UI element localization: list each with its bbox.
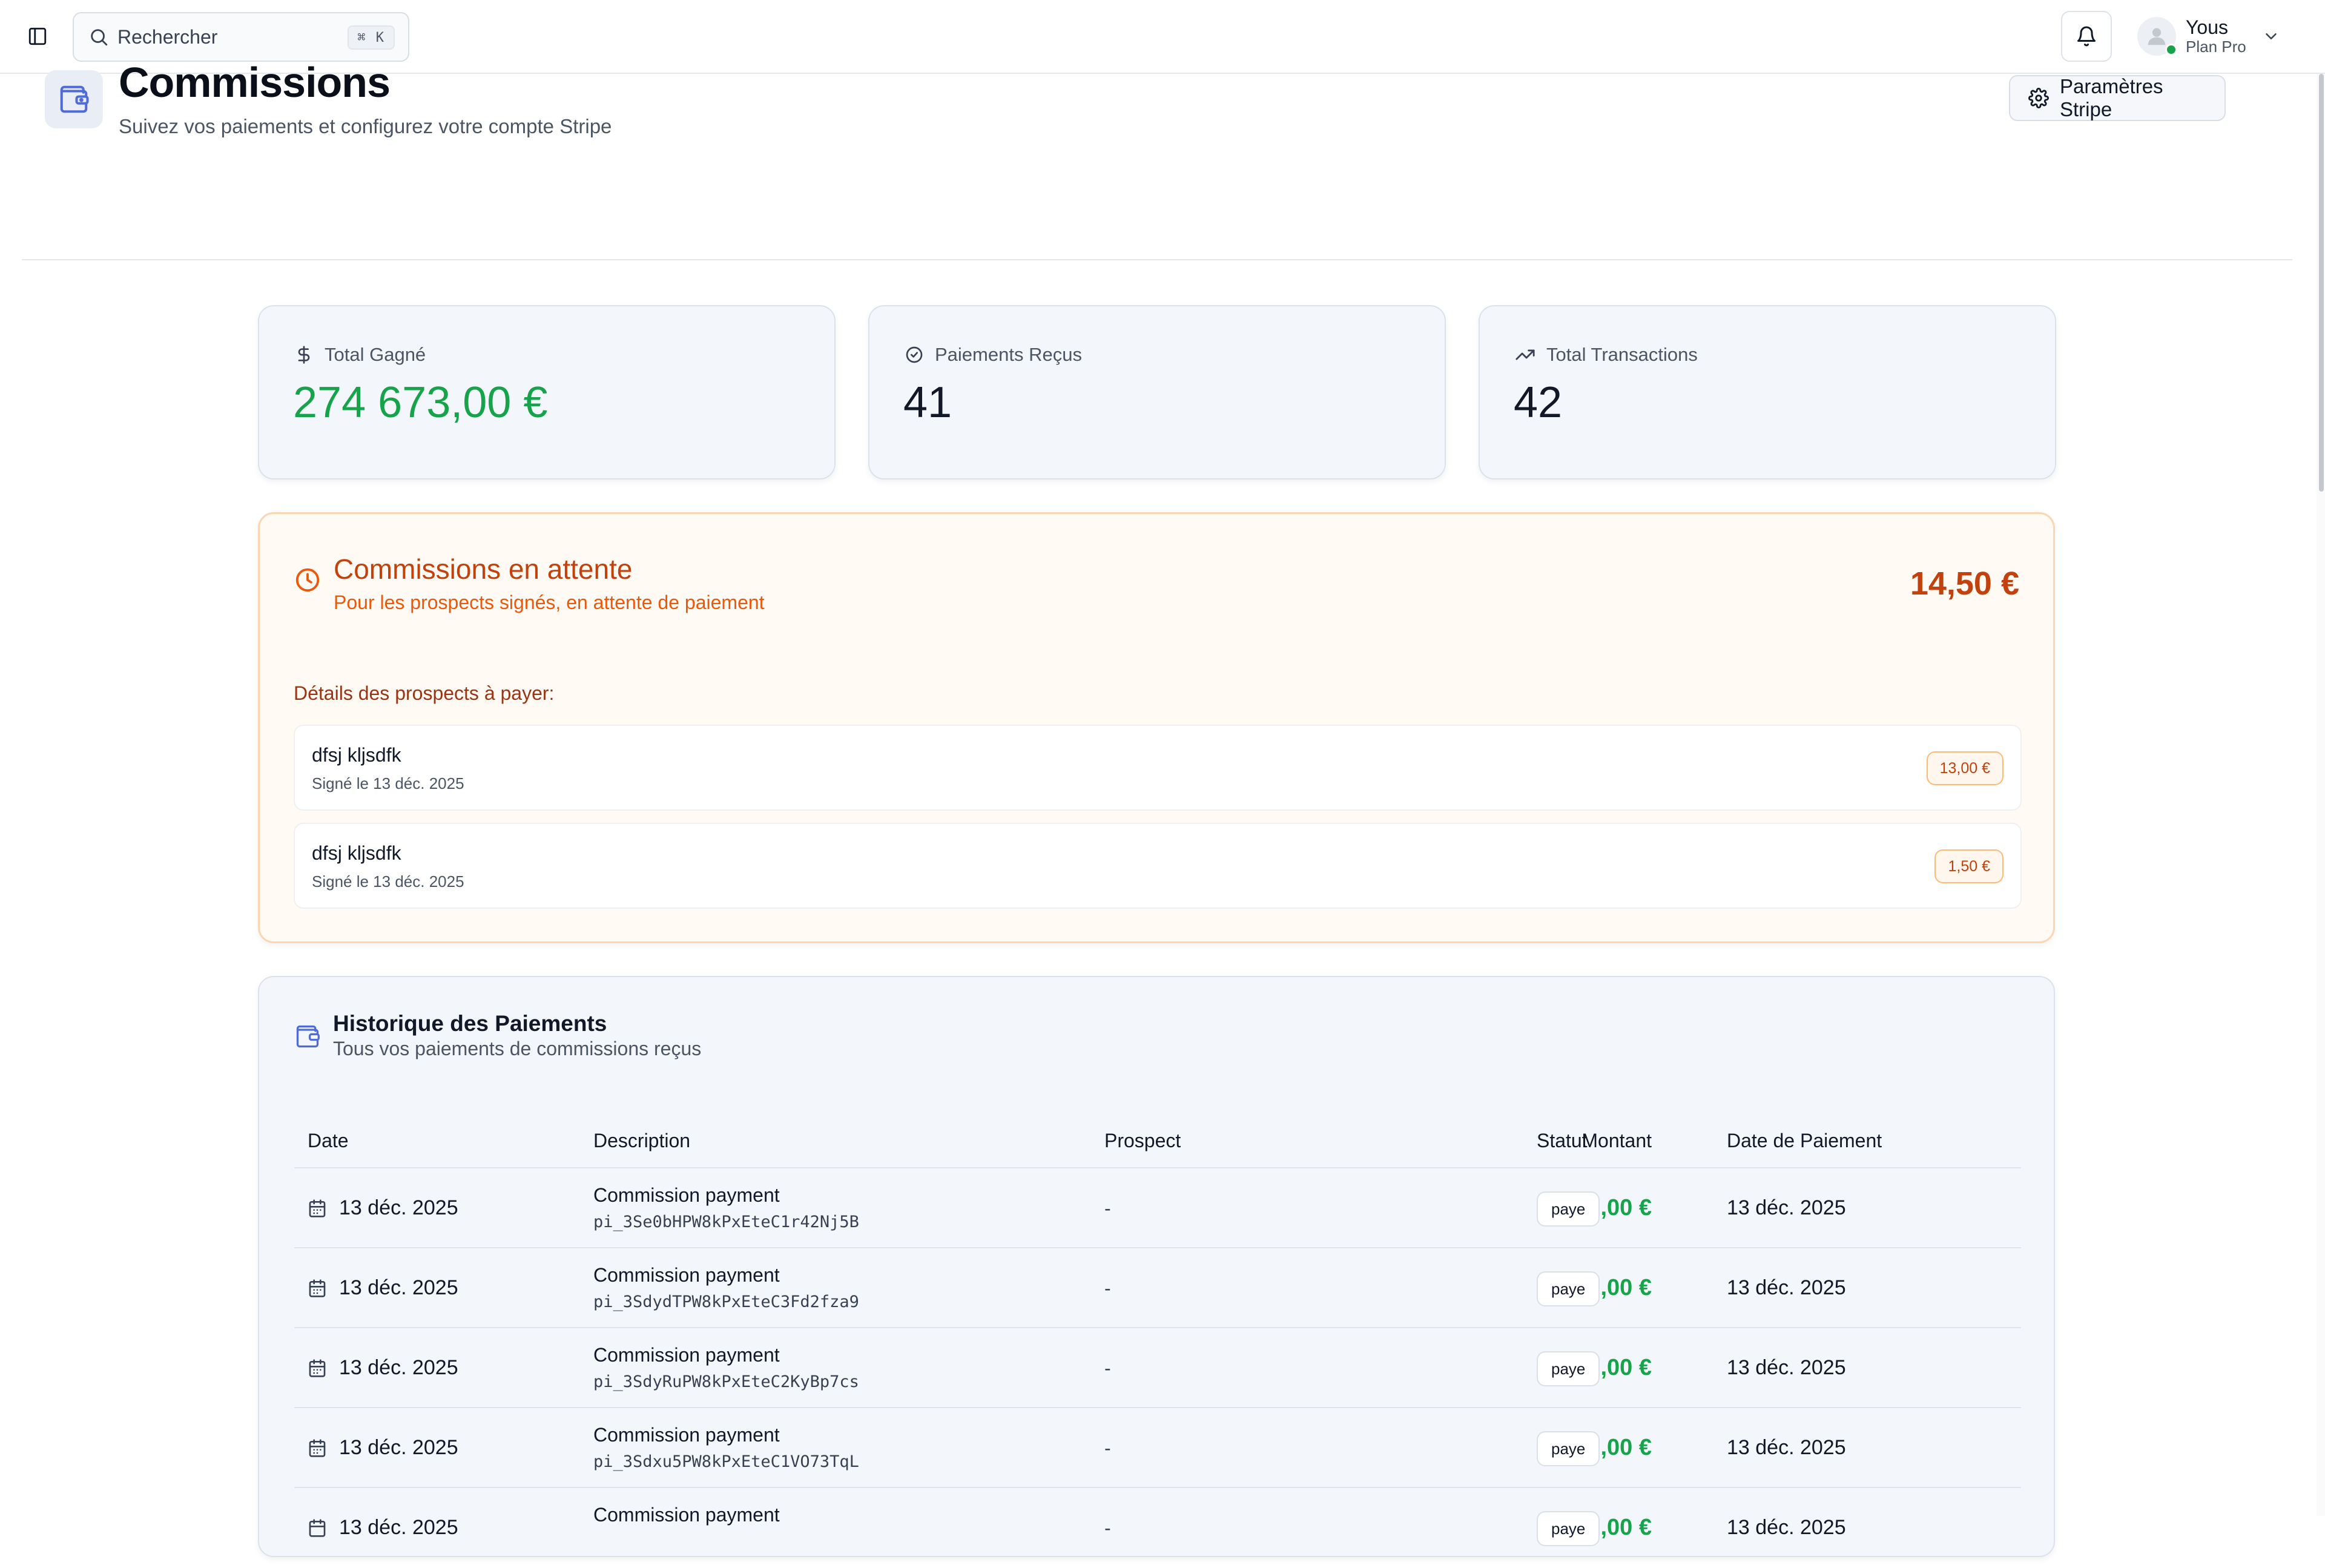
pending-commissions-card: Commissions en attente Pour les prospect…: [258, 512, 2055, 943]
row-payment-id: pi_3SdydTPW8kPxEteC3Fd2fza9: [593, 1293, 859, 1311]
status-badge: paye: [1537, 1191, 1600, 1227]
calendar-icon: [308, 1279, 327, 1298]
user-silhouette-icon: [2145, 25, 2168, 48]
column-header-payment-date[interactable]: Date de Paiement: [1727, 1130, 1882, 1152]
row-prospect: -: [1104, 1277, 1111, 1299]
row-description: Commission payment: [593, 1264, 780, 1286]
wallet-icon: [294, 1023, 321, 1050]
column-header-status[interactable]: Statut: [1537, 1130, 1588, 1152]
prospect-amount-badge: 1,50 €: [1934, 849, 2003, 883]
table-row[interactable]: 13 déc. 2025 Commission payment pi_3SdyRu…: [294, 1328, 2021, 1408]
chevron-down-icon: [2262, 27, 2280, 45]
stat-value: 274 673,00 €: [293, 378, 548, 427]
calendar-icon: [308, 1438, 327, 1458]
column-header-description[interactable]: Description: [593, 1130, 690, 1152]
stat-label: Paiements Reçus: [935, 344, 1082, 365]
search-icon: [88, 27, 109, 47]
row-payment-id: pi_3Se0bHPW8kPxEteC1r42Nj5B: [593, 1213, 859, 1231]
status-badge: paye: [1537, 1271, 1600, 1306]
stat-card-total-transactions: Total Transactions 42: [1479, 305, 2056, 479]
search-shortcut-badge: ⌘ K: [348, 25, 395, 50]
user-menu[interactable]: Yous Plan Pro: [2137, 12, 2280, 61]
avatar: [2137, 17, 2177, 56]
row-date: 13 déc. 2025: [339, 1516, 458, 1539]
online-status-dot: [2165, 44, 2177, 56]
pending-prospect-item: dfsj kljsdfk Signé le 13 déc. 2025 1,50 …: [294, 823, 2022, 909]
pending-details-label: Détails des prospects à payer:: [294, 682, 555, 704]
bell-icon: [2076, 25, 2097, 47]
row-prospect: -: [1104, 1437, 1111, 1459]
row-date: 13 déc. 2025: [339, 1196, 458, 1219]
stat-card-total-earned: Total Gagné 274 673,00 €: [258, 305, 836, 479]
history-subtitle: Tous vos paiements de commissions reçus: [333, 1038, 702, 1059]
stat-value: 41: [903, 378, 952, 427]
trending-up-icon: [1515, 344, 1535, 365]
notifications-button[interactable]: [2061, 11, 2112, 62]
calendar-icon: [308, 1199, 327, 1218]
row-description: Commission payment: [593, 1424, 780, 1446]
row-prospect: -: [1104, 1357, 1111, 1379]
row-date: 13 déc. 2025: [339, 1276, 458, 1299]
status-badge: paye: [1537, 1431, 1600, 1466]
prospect-name: dfsj kljsdfk: [312, 842, 401, 864]
sidebar-toggle-button[interactable]: [24, 23, 51, 50]
page-title: Commissions: [119, 59, 391, 106]
table-row[interactable]: 13 déc. 2025 Commission payment pi_3Se0bH…: [294, 1168, 2021, 1248]
calendar-icon: [308, 1359, 327, 1378]
pending-title: Commissions en attente: [334, 553, 633, 585]
search-input[interactable]: Rechercher ⌘ K: [73, 12, 409, 62]
column-header-date[interactable]: Date: [308, 1130, 349, 1152]
page-subtitle: Suivez vos paiements et configurez votre…: [119, 115, 612, 137]
row-payment-id: pi_3SdyRuPW8kPxEteC2KyBp7cs: [593, 1372, 859, 1391]
row-prospect: -: [1104, 1197, 1111, 1219]
search-placeholder: Rechercher: [117, 25, 218, 48]
row-date: 13 déc. 2025: [339, 1356, 458, 1379]
table-header: Date Description Prospect Montant Statut…: [294, 1114, 2021, 1168]
row-payment-date: 13 déc. 2025: [1727, 1516, 1846, 1539]
row-payment-date: 13 déc. 2025: [1727, 1356, 1846, 1379]
table-row[interactable]: 13 déc. 2025 Commission payment pi_3Sdxu5…: [294, 1408, 2021, 1488]
row-payment-date: 13 déc. 2025: [1727, 1436, 1846, 1459]
stat-card-payments-received: Paiements Reçus 41: [868, 305, 1446, 479]
stat-label: Total Gagné: [325, 344, 426, 365]
dollar-icon: [294, 345, 314, 364]
row-payment-date: 13 déc. 2025: [1727, 1196, 1846, 1219]
prospect-amount-badge: 13,00 €: [1926, 751, 2003, 785]
row-prospect: -: [1104, 1517, 1111, 1539]
column-header-prospect[interactable]: Prospect: [1104, 1130, 1181, 1152]
status-badge: paye: [1537, 1351, 1600, 1386]
row-description: Commission payment: [593, 1184, 780, 1206]
calendar-icon: [308, 1518, 327, 1538]
prospect-signed-date: Signé le 13 déc. 2025: [312, 872, 464, 891]
clock-icon: [294, 566, 322, 594]
row-payment-id: pi_3Sdxu5PW8kPxEteC1VO73TqL: [593, 1452, 859, 1471]
prospect-name: dfsj kljsdfk: [312, 744, 401, 766]
row-description: Commission payment: [593, 1504, 780, 1526]
prospect-signed-date: Signé le 13 déc. 2025: [312, 774, 464, 792]
sidebar-panel-icon: [27, 26, 48, 47]
row-date: 13 déc. 2025: [339, 1436, 458, 1459]
table-row[interactable]: 13 déc. 2025 Commission payment - 100,00…: [294, 1488, 2021, 1568]
stripe-settings-label: Paramètres Stripe: [2060, 75, 2163, 120]
status-badge: paye: [1537, 1511, 1600, 1546]
stat-value: 42: [1514, 378, 1563, 427]
payment-history-card: Historique des Paiements Tous vos paieme…: [258, 976, 2055, 1557]
stat-label: Total Transactions: [1546, 344, 1698, 365]
stripe-settings-button[interactable]: Paramètres Stripe: [2009, 75, 2226, 121]
user-name: Yous: [2186, 16, 2228, 38]
gear-icon: [2028, 88, 2049, 108]
scrollbar-thumb[interactable]: [2319, 74, 2324, 492]
wallet-icon: [45, 70, 103, 128]
table-row[interactable]: 13 déc. 2025 Commission payment pi_3SdydT…: [294, 1248, 2021, 1328]
check-circle-icon: [905, 345, 924, 364]
row-description: Commission payment: [593, 1344, 780, 1366]
row-payment-date: 13 déc. 2025: [1727, 1276, 1846, 1299]
pending-subtitle: Pour les prospects signés, en attente de…: [334, 591, 765, 613]
history-title: Historique des Paiements: [333, 1011, 607, 1036]
user-plan: Plan Pro: [2186, 38, 2246, 56]
pending-prospect-item: dfsj kljsdfk Signé le 13 déc. 2025 13,00…: [294, 725, 2022, 811]
pending-total: 14,50 €: [1910, 565, 2019, 602]
